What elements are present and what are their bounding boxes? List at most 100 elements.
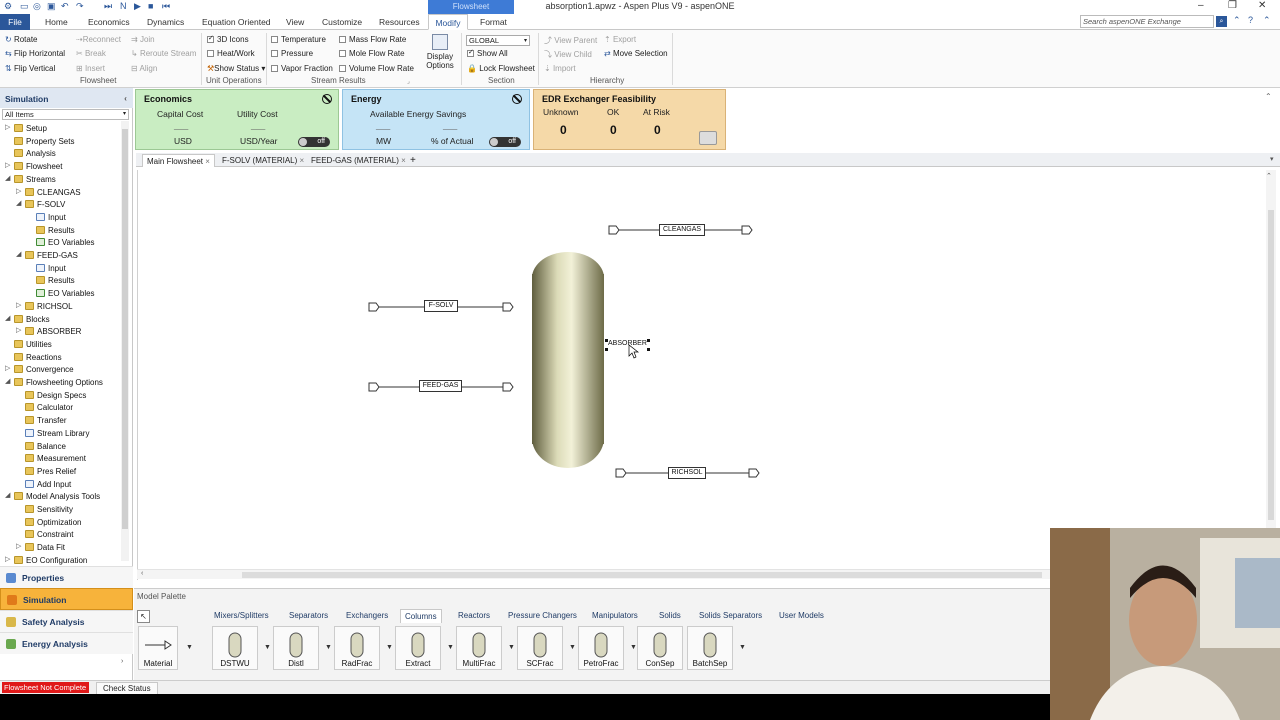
flip-vertical-button[interactable]: ⇅ Flip Vertical [5, 64, 55, 73]
palette-tab-manipulators[interactable]: Manipulators [588, 609, 642, 623]
palette-item-petrofrac[interactable]: PetroFrac [578, 626, 624, 670]
nav-tree-item[interactable]: Model Analysis Tools [14, 491, 100, 503]
energy-toggle[interactable]: off [489, 137, 521, 147]
edr-settings-icon[interactable] [699, 131, 717, 145]
close-icon[interactable]: × [205, 157, 210, 166]
lock-flowsheet-button[interactable]: 🔒 Lock Flowsheet [467, 64, 535, 73]
palette-item-dstwu[interactable]: DSTWU [212, 626, 258, 670]
chevron-down-icon[interactable]: ▼ [264, 644, 271, 651]
pressure-checkbox[interactable]: Pressure [271, 49, 313, 58]
expand-toggle-icon[interactable]: ◢ [5, 377, 10, 385]
scroll-thumb[interactable] [1268, 210, 1274, 520]
search-icon[interactable]: ⌕ [1216, 16, 1227, 27]
tab-economics[interactable]: Economics [84, 14, 134, 30]
palette-tab-columns[interactable]: Columns [400, 609, 442, 623]
nav-filter-select[interactable]: All Items ▾ [2, 109, 129, 120]
nav-tree-item[interactable]: Input [36, 263, 66, 275]
nav-button-simulation[interactable]: Simulation [0, 588, 133, 610]
nav-tree-item[interactable]: EO Variables [36, 237, 95, 249]
nav-tree-item[interactable]: EO Variables [36, 288, 95, 300]
palette-item-scfrac[interactable]: SCFrac [517, 626, 563, 670]
tab-f-solv[interactable]: F-SOLV (MATERIAL) × [218, 154, 308, 167]
3d-icons-checkbox[interactable]: 3D Icons [207, 34, 249, 44]
expand-toggle-icon[interactable]: ◢ [5, 174, 10, 182]
palette-item-radfrac[interactable]: RadFrac [334, 626, 380, 670]
palette-tab-reactors[interactable]: Reactors [454, 609, 494, 623]
palette-item-extract[interactable]: Extract [395, 626, 441, 670]
tab-file[interactable]: File [0, 14, 30, 30]
palette-tab-exchangers[interactable]: Exchangers [342, 609, 392, 623]
chevron-down-icon[interactable]: ▼ [569, 644, 576, 651]
nav-scrollbar[interactable] [121, 121, 129, 561]
expand-toggle-icon[interactable]: ◢ [5, 491, 10, 499]
display-options-button[interactable]: Display Options [421, 34, 459, 76]
tab-format[interactable]: Format [476, 14, 511, 30]
palette-tab-mixers[interactable]: Mixers/Splitters [210, 609, 273, 623]
canvas-horizontal-scrollbar[interactable]: ‹ [137, 569, 1050, 579]
chevron-down-icon[interactable]: ▼ [447, 644, 454, 651]
chevron-down-icon[interactable]: ▼ [386, 644, 393, 651]
chevron-down-icon[interactable]: ▼ [508, 644, 515, 651]
expand-toggle-icon[interactable]: ◢ [16, 199, 21, 207]
search-exchange-input[interactable]: Search aspenONE Exchange [1080, 15, 1214, 28]
tab-view[interactable]: View [282, 14, 308, 30]
nav-tree-item[interactable]: Measurement [25, 453, 86, 465]
tab-home[interactable]: Home [41, 14, 72, 30]
nav-tree-item[interactable]: Input [36, 212, 66, 224]
nav-tree-item[interactable]: Blocks [14, 314, 50, 326]
nav-tree-item[interactable]: Design Specs [25, 390, 86, 402]
palette-item-batchsep[interactable]: BatchSep [687, 626, 733, 670]
volume-flow-checkbox[interactable]: Volume Flow Rate [339, 64, 414, 73]
expand-toggle-icon[interactable]: ◢ [5, 314, 10, 322]
restore-icon[interactable]: ❐ [1228, 0, 1237, 11]
palette-item-multifrac[interactable]: MultiFrac [456, 626, 502, 670]
palette-tab-solids[interactable]: Solids [655, 609, 685, 623]
help-icon[interactable]: ? [1248, 15, 1253, 25]
select-mode-icon[interactable]: ↖ [137, 610, 150, 623]
tab-resources[interactable]: Resources [375, 14, 424, 30]
view-child-button[interactable]: ⤵ View Child [544, 49, 592, 60]
nav-tree-item[interactable]: Stream Library [25, 428, 89, 440]
expand-toggle-icon[interactable]: ▷ [5, 555, 10, 563]
expand-toggle-icon[interactable]: ▷ [16, 301, 21, 309]
minimize-icon[interactable]: – [1198, 0, 1204, 11]
nav-tree-item[interactable]: CLEANGAS [25, 187, 81, 199]
stream-label-feed-gas[interactable]: FEED-GAS [419, 380, 462, 392]
nav-tree-item[interactable]: Flowsheet [14, 161, 62, 173]
tab-main-flowsheet[interactable]: Main Flowsheet × [142, 154, 215, 167]
nav-tree-item[interactable]: EO Configuration [14, 555, 87, 567]
expand-toggle-icon[interactable]: ◢ [16, 250, 21, 258]
tab-customize[interactable]: Customize [318, 14, 366, 30]
palette-item-consep[interactable]: ConSep [637, 626, 683, 670]
chevron-down-icon[interactable]: ▼ [325, 644, 332, 651]
temperature-checkbox[interactable]: Temperature [271, 35, 326, 44]
canvas-vertical-scrollbar[interactable] [1266, 170, 1276, 528]
economics-toggle[interactable]: off [298, 137, 330, 147]
nav-tree-item[interactable]: RICHSOL [25, 301, 73, 313]
collapse-pane-icon[interactable]: ‹ [124, 93, 127, 103]
nav-tree-item[interactable]: Transfer [25, 415, 67, 427]
absorber-column[interactable] [532, 252, 604, 468]
palette-tab-pressure-changers[interactable]: Pressure Changers [504, 609, 581, 623]
tab-dynamics[interactable]: Dynamics [143, 14, 188, 30]
import-button[interactable]: ⇣ Import [544, 64, 576, 73]
nav-tree-item[interactable]: Results [36, 225, 75, 237]
add-tab-icon[interactable]: + [406, 154, 420, 167]
align-button[interactable]: ⊟ Align [131, 64, 157, 73]
collapse-dashboard-icon[interactable]: ⌃ [1265, 92, 1272, 101]
disabled-icon[interactable] [322, 94, 332, 104]
close-icon[interactable]: ✕ [1258, 0, 1266, 11]
nav-tree-item[interactable]: Flowsheeting Options [14, 377, 103, 389]
nav-tree-item[interactable]: Data Fit [25, 542, 65, 554]
palette-tab-solids-separators[interactable]: Solids Separators [695, 609, 766, 623]
palette-tab-user-models[interactable]: User Models [775, 609, 828, 623]
nav-tree-item[interactable]: FEED-GAS [25, 250, 78, 262]
chevron-down-icon[interactable]: ▼ [739, 644, 746, 651]
reroute-stream-button[interactable]: ↳ Reroute Stream [131, 49, 196, 58]
join-button[interactable]: ⇉ Join [131, 35, 155, 44]
scroll-thumb[interactable] [122, 129, 128, 529]
help-up-icon[interactable]: ⌃ [1233, 15, 1241, 26]
tab-equation-oriented[interactable]: Equation Oriented [198, 14, 275, 30]
flowsheet-canvas[interactable]: CLEANGAS F-SOLV FEED-GAS RICHSOL ABSORBE… [137, 170, 1274, 580]
nav-tree-item[interactable]: Property Sets [14, 136, 74, 148]
